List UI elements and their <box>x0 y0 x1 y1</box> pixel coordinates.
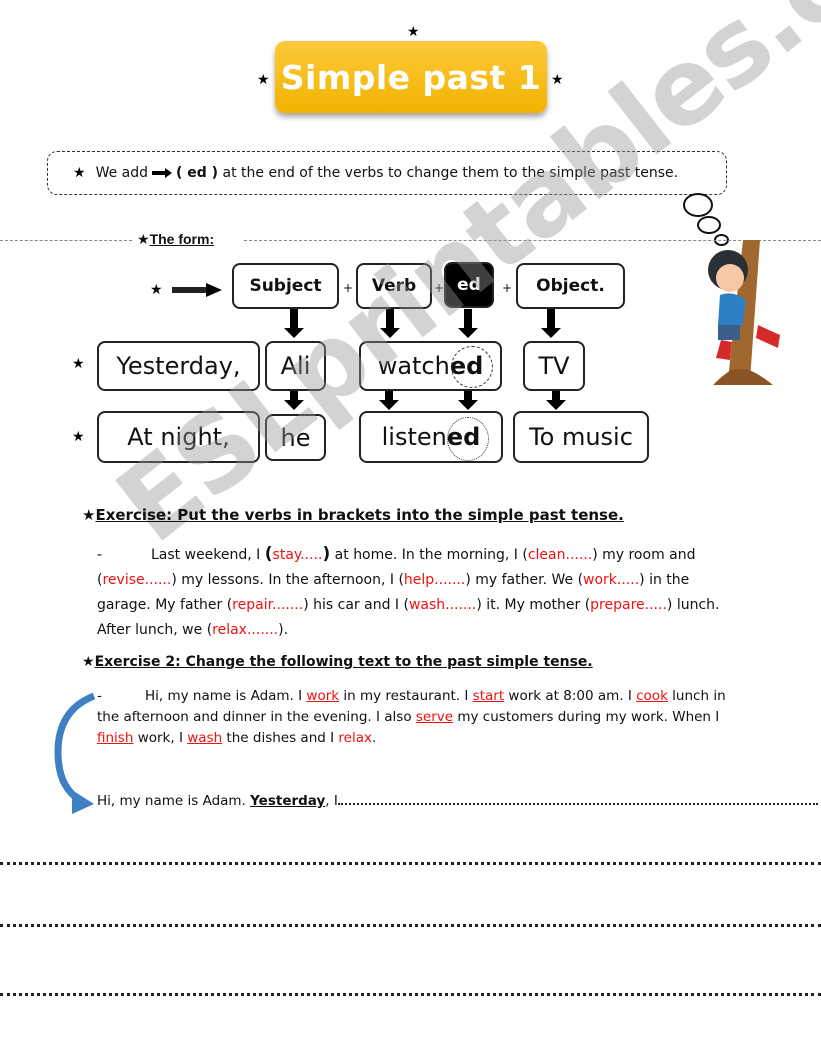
passage-text: ) my lessons. In the afternoon, I ( <box>171 572 404 588</box>
exercise2-passage: Hi, my name is Adam. I work in my restau… <box>97 688 726 746</box>
divider <box>0 240 132 241</box>
verb-prompt: work..... <box>583 572 640 588</box>
star-icon: ★ <box>150 282 163 298</box>
exercise1-passage: Last weekend, I (stay.....) at home. In … <box>97 544 719 638</box>
ed-highlight-circle <box>451 346 493 388</box>
verb-prompt: help....... <box>403 572 466 588</box>
object-box: TV <box>523 341 585 391</box>
exercise2-text: - Hi, my name is Adam. I work in my resta… <box>97 688 726 746</box>
passage-text: . <box>371 730 377 746</box>
page-title: Simple past 1 <box>280 57 542 97</box>
title-banner: Simple past 1 <box>275 41 547 113</box>
star-icon: ★ <box>72 429 85 445</box>
subject-header-box: Subject <box>232 263 339 309</box>
arrow-down-icon <box>458 391 478 410</box>
arrow-down-icon <box>284 391 304 410</box>
verb-prompt: relax....... <box>212 622 279 638</box>
verb-prompt: relax <box>338 730 372 746</box>
thought-bubble-icon <box>683 193 713 217</box>
time-box: At night, <box>97 411 260 463</box>
thought-bubble-icon <box>697 216 721 234</box>
ed-header-box: ed <box>444 262 494 308</box>
ed-highlight-circle <box>447 417 489 461</box>
arrow-right-icon <box>172 283 222 297</box>
star-icon: ★ <box>407 24 420 40</box>
star-icon: ★ <box>73 165 86 181</box>
star-icon: ★ <box>257 72 270 88</box>
arrow-down-icon <box>541 309 561 338</box>
underlined-verb: start <box>472 688 505 704</box>
arrow-down-icon <box>380 309 400 338</box>
underlined-verb: work <box>306 688 340 704</box>
passage-text: the dishes and I <box>222 730 339 746</box>
rule-text-after: at the end of the verbs to change them t… <box>222 165 679 181</box>
verb-header-box: Verb <box>356 263 432 309</box>
passage-text: my customers during my work. When I <box>453 709 720 725</box>
underlined-verb: cook <box>636 688 668 704</box>
form-label: ★The form: <box>137 231 215 248</box>
passage-text: Last weekend, I <box>151 547 265 563</box>
arrow-right-icon <box>152 168 174 178</box>
answer-line[interactable]: Hi, my name is Adam. Yesterday, I <box>97 789 819 814</box>
verb-prompt: revise...... <box>102 572 172 588</box>
plus-sign: + <box>502 281 513 295</box>
underlined-verb: serve <box>415 709 454 725</box>
exercise1-title: ★Exercise: Put the verbs in brackets int… <box>82 506 624 524</box>
exercise1-text: - Last weekend, I (stay.....) at home. In… <box>97 544 720 638</box>
verb-prompt: prepare..... <box>590 597 667 613</box>
verb-prompt: repair....... <box>232 597 304 613</box>
underlined-verb: wash <box>187 730 223 746</box>
rule-text-before: We add <box>95 165 149 181</box>
rule-note: ★ We add ( ed ) at the end of the verbs … <box>47 151 727 195</box>
answer-dots <box>337 803 818 805</box>
arrow-down-icon <box>284 309 304 338</box>
passage-text: work at 8:00 am. I <box>504 688 637 704</box>
passage-text: in my restaurant. I <box>339 688 473 704</box>
verb-prompt: stay..... <box>272 547 323 563</box>
verb-prompt: clean...... <box>527 547 593 563</box>
verb-prompt: wash....... <box>408 597 477 613</box>
curved-arrow-icon <box>54 692 96 814</box>
time-box: Yesterday, <box>97 341 260 391</box>
answer-line[interactable] <box>0 993 821 996</box>
star-icon: ★ <box>72 356 85 372</box>
answer-line[interactable] <box>0 862 821 865</box>
star-icon: ★ <box>551 72 564 88</box>
plus-sign: + <box>343 281 354 295</box>
plus-sign: + <box>434 281 445 295</box>
passage-text: Hi, my name is Adam. I <box>145 688 307 704</box>
object-header-box: Object. <box>516 263 625 309</box>
arrow-down-icon <box>458 309 478 338</box>
subject-box: he <box>265 414 326 461</box>
answer-line[interactable] <box>0 924 821 927</box>
passage-text: ( <box>264 544 273 564</box>
passage-text: ) it. My mother ( <box>476 597 591 613</box>
object-box: To music <box>513 411 649 463</box>
passage-text: at home. In the morning, I ( <box>330 547 528 563</box>
rule-ed: ( ed ) <box>176 165 219 181</box>
passage-text: ) his car and I ( <box>303 597 409 613</box>
boy-climbing-tree-illustration <box>708 240 780 385</box>
passage-text: work, I <box>133 730 188 746</box>
underlined-verb: finish <box>97 730 134 746</box>
subject-box: Ali <box>265 341 326 391</box>
passage-text: ). <box>278 622 289 638</box>
arrow-down-icon <box>546 391 566 410</box>
arrow-down-icon <box>379 391 399 410</box>
passage-text: ) my father. We ( <box>465 572 584 588</box>
exercise2-title: ★Exercise 2: Change the following text t… <box>82 654 593 670</box>
